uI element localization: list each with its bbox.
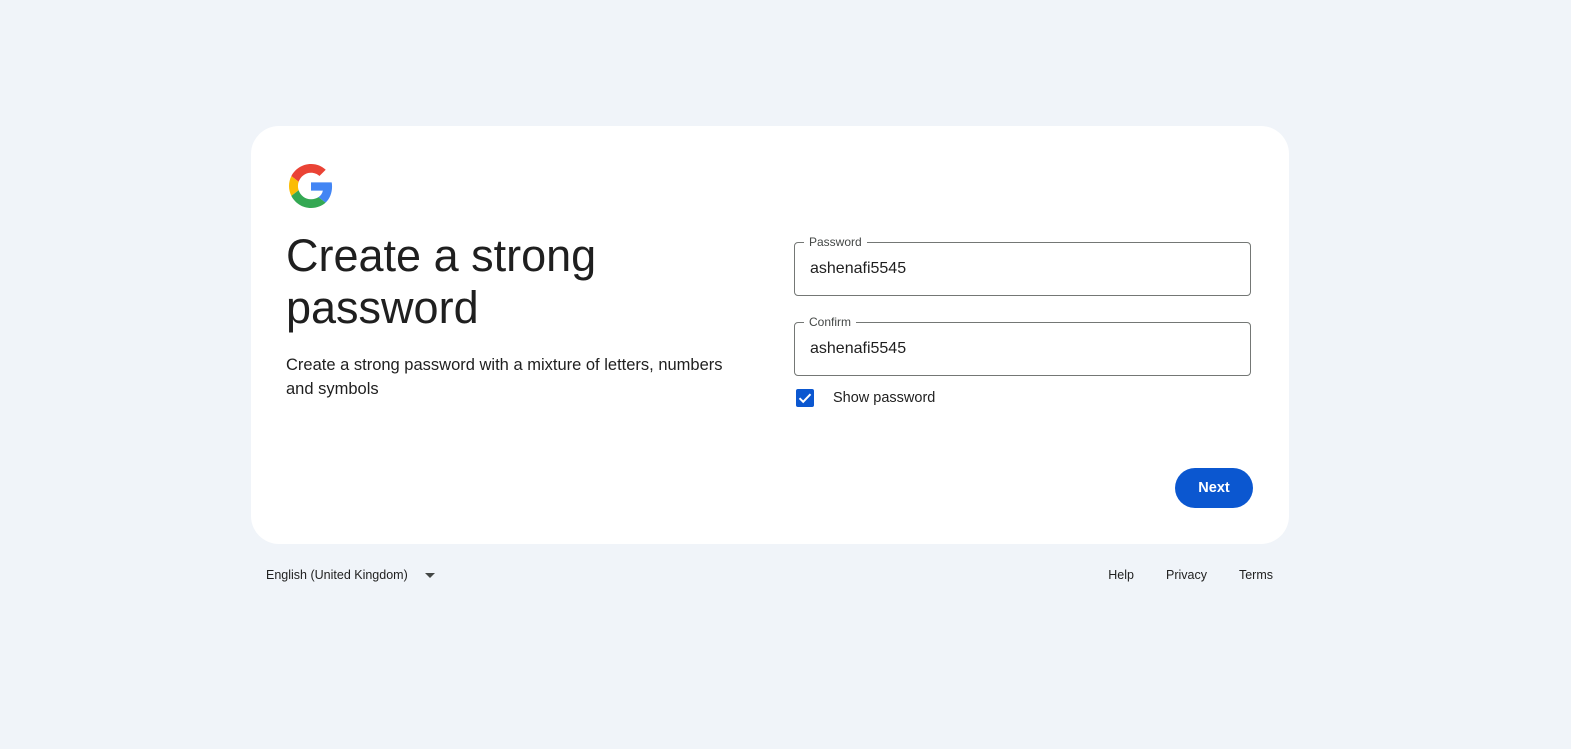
confirm-input[interactable] [810, 337, 1230, 361]
confirm-label: Confirm [804, 314, 857, 330]
password-field[interactable]: Password [794, 234, 1251, 296]
password-input[interactable] [810, 257, 1230, 281]
checkmark-icon [798, 393, 812, 404]
google-logo-icon [289, 164, 333, 208]
help-link[interactable]: Help [1108, 568, 1134, 582]
caret-down-icon[interactable] [424, 572, 435, 578]
show-password-checkbox[interactable] [796, 389, 814, 407]
password-label: Password [804, 234, 867, 250]
page-title: Create a strong password [286, 230, 597, 333]
show-password-label[interactable]: Show password [833, 390, 935, 406]
footer: English (United Kingdom) Help Privacy Te… [251, 560, 1289, 592]
confirm-field[interactable]: Confirm [794, 314, 1251, 376]
terms-link[interactable]: Terms [1239, 568, 1273, 582]
language-label[interactable]: English (United Kingdom) [266, 568, 408, 582]
language-selector[interactable]: English (United Kingdom) [266, 568, 435, 582]
signup-card: Create a strong password Create a strong… [251, 126, 1289, 544]
footer-links: Help Privacy Terms [1076, 568, 1273, 582]
page-subtitle: Create a strong password with a mixture … [286, 356, 723, 398]
next-button[interactable]: Next [1175, 468, 1253, 508]
privacy-link[interactable]: Privacy [1166, 568, 1207, 582]
show-password-row[interactable]: Show password [796, 388, 935, 408]
